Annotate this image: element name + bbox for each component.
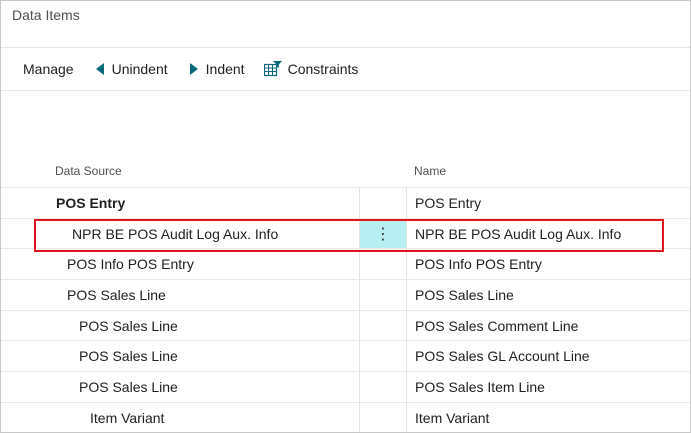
toolbar: Manage Unindent Indent Constraints — [1, 48, 690, 90]
table-row[interactable]: POS Sales Line POS Sales Comment Line — [1, 309, 690, 341]
table-row[interactable]: POS Sales Line POS Sales Item Line — [1, 371, 690, 402]
row-actions-button[interactable]: ⋮ — [359, 218, 407, 249]
constraints-button[interactable]: Constraints — [263, 54, 359, 84]
unindent-button[interactable]: Unindent — [95, 54, 168, 84]
row-menu-cell — [359, 249, 407, 280]
name-cell[interactable]: POS Sales Item Line — [415, 372, 545, 402]
unindent-label: Unindent — [111, 61, 168, 77]
manage-label: Manage — [23, 61, 74, 77]
row-menu-cell — [359, 402, 407, 432]
name-cell[interactable]: Item Variant — [415, 403, 489, 432]
data-source-cell[interactable]: Item Variant — [90, 403, 164, 432]
data-items-panel: Data Items Manage Unindent Indent Constr… — [0, 0, 691, 433]
name-cell[interactable]: POS Entry — [415, 188, 481, 218]
table-row-selected[interactable]: NPR BE POS Audit Log Aux. Info ⋮ NPR BE … — [1, 217, 690, 249]
filter-table-icon — [263, 61, 282, 77]
table-row[interactable]: POS Sales Line POS Sales GL Account Line — [1, 340, 690, 372]
column-header-data-source[interactable]: Data Source — [55, 164, 122, 178]
constraints-label: Constraints — [287, 61, 359, 77]
data-source-cell[interactable]: POS Sales Line — [67, 280, 166, 310]
name-cell[interactable]: POS Sales GL Account Line — [415, 341, 590, 371]
table-row[interactable]: POS Sales Line POS Sales Line — [1, 279, 690, 310]
name-cell[interactable]: POS Sales Line — [415, 280, 514, 310]
name-cell[interactable]: POS Info POS Entry — [415, 249, 542, 279]
row-menu-cell — [359, 341, 407, 372]
name-cell[interactable]: POS Sales Comment Line — [415, 311, 578, 341]
data-source-cell[interactable]: NPR BE POS Audit Log Aux. Info — [72, 219, 278, 249]
more-vertical-icon: ⋮ — [375, 225, 391, 243]
data-source-cell[interactable]: POS Entry — [56, 188, 125, 218]
manage-button[interactable]: Manage — [23, 54, 74, 84]
arrow-left-icon — [95, 63, 104, 75]
row-menu-cell — [359, 372, 407, 402]
data-items-grid: POS Entry POS Entry NPR BE POS Audit Log… — [1, 187, 690, 432]
data-source-cell[interactable]: POS Sales Line — [79, 311, 178, 341]
row-menu-cell — [359, 280, 407, 310]
panel-title: Data Items — [12, 7, 80, 23]
divider — [1, 90, 690, 91]
data-source-cell[interactable]: POS Sales Line — [79, 341, 178, 371]
data-source-cell[interactable]: POS Sales Line — [79, 372, 178, 402]
table-row[interactable]: POS Entry POS Entry — [1, 187, 690, 218]
indent-label: Indent — [205, 61, 245, 77]
column-header-name[interactable]: Name — [414, 164, 446, 178]
row-menu-cell — [359, 188, 407, 218]
indent-button[interactable]: Indent — [189, 54, 245, 84]
table-row[interactable]: POS Info POS Entry POS Info POS Entry — [1, 248, 690, 280]
row-menu-cell — [359, 310, 407, 341]
table-row[interactable]: Item Variant Item Variant — [1, 401, 690, 432]
name-cell[interactable]: NPR BE POS Audit Log Aux. Info — [415, 219, 621, 249]
arrow-right-icon — [189, 63, 198, 75]
data-source-cell[interactable]: POS Info POS Entry — [67, 249, 194, 279]
